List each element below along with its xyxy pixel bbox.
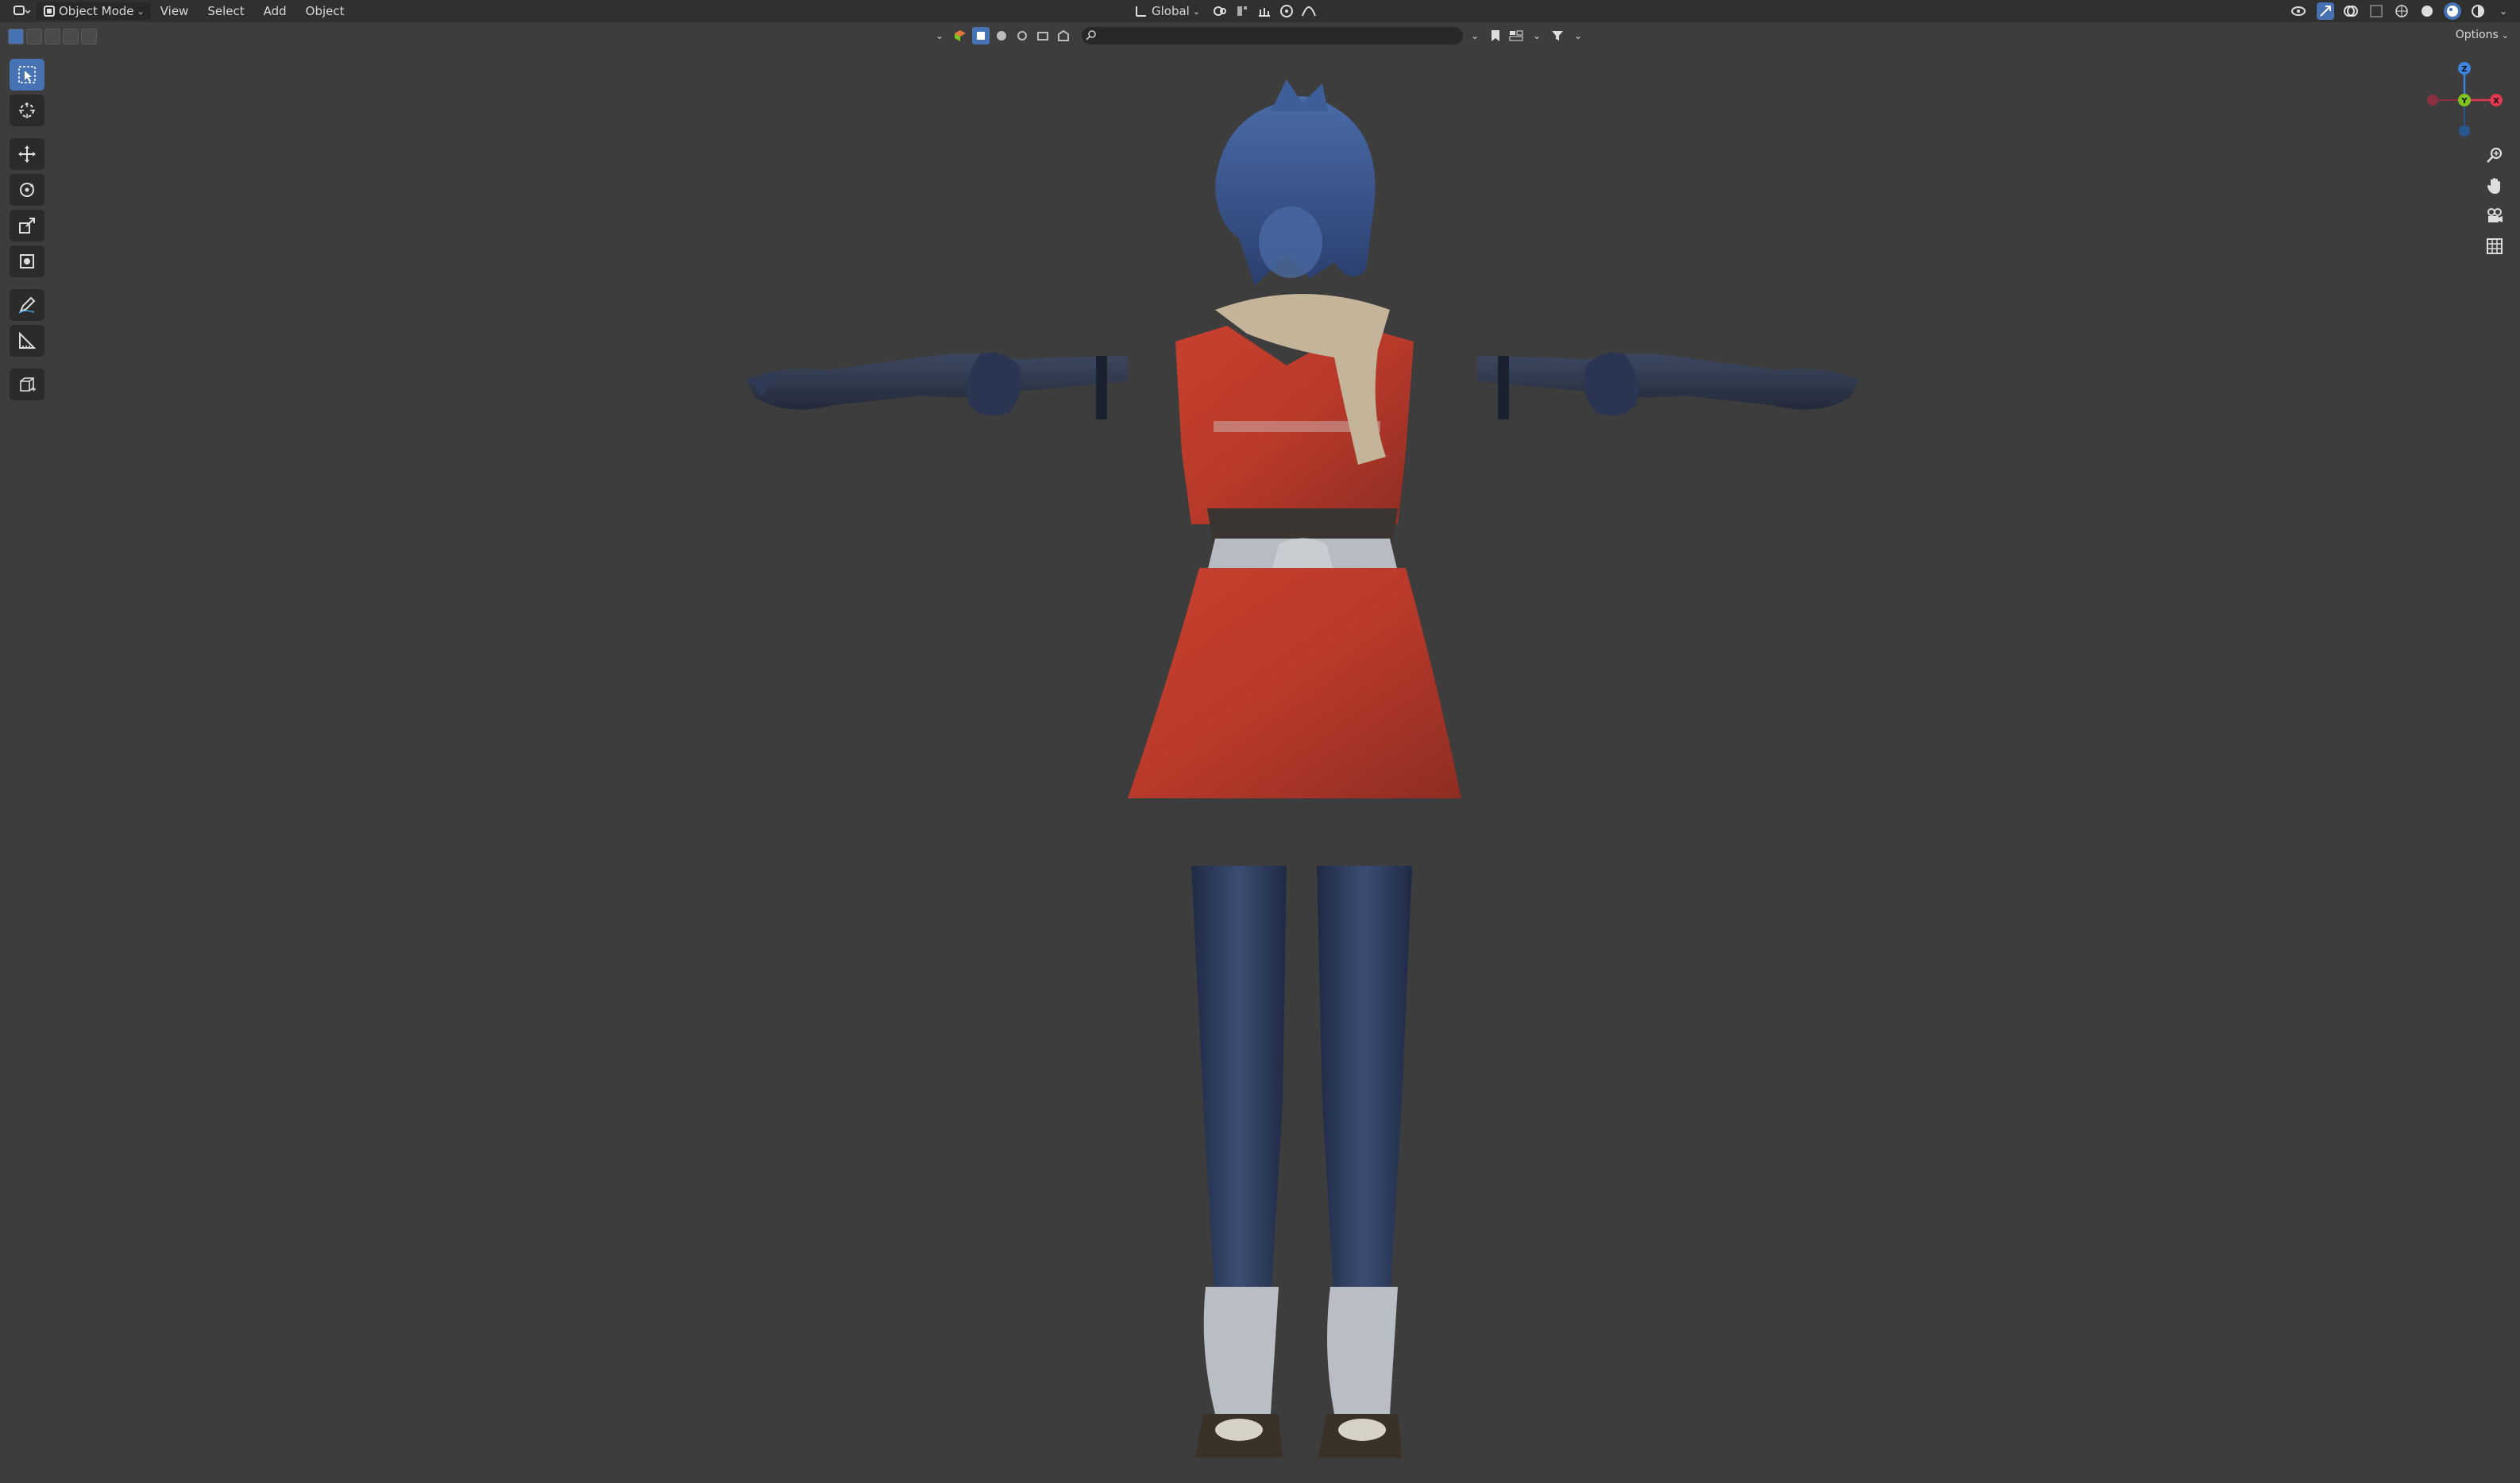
navigation-gizmo[interactable]: Z X Y [2425,56,2504,143]
legs [1191,866,1412,1303]
filter-icon[interactable] [1549,27,1566,44]
other-filter-icon[interactable] [1055,27,1072,44]
gizmo-z-label: Z [2461,65,2467,74]
proportional-editing-icon[interactable] [1278,2,1295,20]
search-icon [1086,30,1096,41]
gizmo-neg-z-handle[interactable] [2459,126,2470,137]
snap-settings-icon[interactable] [1256,2,1273,20]
object-mode-icon [44,6,55,17]
chevron-down-icon[interactable]: ⌄ [1528,27,1546,44]
shading-material-icon[interactable] [2444,2,2461,20]
selection-mode-group [8,29,97,44]
chevron-down-icon: ⌄ [137,6,145,17]
tool-separator [10,130,46,137]
tool-separator [10,281,46,288]
rotate-tool[interactable] [10,174,44,206]
pivot-point-icon[interactable] [1211,2,1229,20]
annotate-tool[interactable] [10,289,44,321]
viewport-navigation [2480,143,2509,259]
menu-add[interactable]: Add [254,2,296,20]
options-dropdown[interactable]: Options ⌄ [2456,29,2509,41]
select-invert-icon[interactable] [63,29,79,44]
editor-type-icon [14,6,30,15]
object-type-filter-bar: ⌄ ⌄ ⌄ ⌄ [931,27,1587,44]
overlays-icon[interactable] [2342,2,2360,20]
camera-view-icon[interactable] [2480,203,2509,229]
select-extend-icon[interactable] [26,29,42,44]
pan-hand-icon[interactable] [2480,173,2509,199]
cursor-3d-icon [19,102,35,118]
chevron-down-icon[interactable]: ⌄ [931,27,948,44]
zoom-icon[interactable] [2480,143,2509,168]
ortho-grid-icon[interactable] [2480,234,2509,259]
gizmo-neg-x-handle[interactable] [2427,95,2438,106]
view-layout-icon[interactable] [1507,27,1525,44]
menu-object[interactable]: Object [296,2,354,20]
gizmo-x-label: X [2493,97,2499,106]
scale-tool[interactable] [10,210,44,241]
select-intersect-icon[interactable] [81,29,97,44]
light-filter-icon[interactable] [1013,27,1031,44]
editor-type-button[interactable] [6,2,37,20]
transform-tools: Global ⌄ [1128,2,1318,20]
transform-icon [20,254,34,268]
visibility-icon[interactable] [2291,2,2309,20]
pencil-icon [18,296,36,314]
chevron-down-icon[interactable]: ⌄ [2495,2,2512,20]
snap-icon[interactable] [1233,2,1251,20]
move-tool[interactable] [10,138,44,170]
chevron-down-icon: ⌄ [1192,6,1201,17]
tool-separator [10,361,46,367]
material-filter-icon[interactable] [993,27,1010,44]
move-icon [18,145,36,163]
viewport-header: Object Mode ⌄ View Select Add Object Glo… [0,0,2520,22]
add-cube-icon [20,377,36,392]
scale-icon [19,218,35,234]
orientation-icon [1136,6,1146,17]
select-cursor-icon [18,66,36,83]
transform-orientation-dropdown[interactable]: Global ⌄ [1128,2,1206,20]
tool-shelf [10,59,46,403]
options-label: Options [2455,29,2499,41]
object-filter-icon[interactable] [972,27,990,44]
menu-view[interactable]: View [151,2,199,20]
cursor-tool[interactable] [10,95,44,126]
chevron-down-icon[interactable]: ⌄ [1569,27,1587,44]
measure-tool[interactable] [10,325,44,357]
right-arm [1477,353,1858,419]
select-new-icon[interactable] [8,29,24,44]
camera-filter-icon[interactable] [1034,27,1052,44]
dress [1128,326,1461,798]
select-box-tool[interactable] [10,59,44,91]
chevron-down-icon: ⌄ [2501,29,2509,41]
gizmo-toggle-icon[interactable] [2317,2,2334,20]
hair [1215,79,1376,286]
add-cube-tool[interactable] [10,369,44,400]
falloff-icon[interactable] [1300,2,1318,20]
gizmo-y-label: Y [2460,97,2468,106]
transform-tool[interactable] [10,245,44,277]
chevron-down-icon[interactable]: ⌄ [1466,27,1484,44]
search-input[interactable] [1082,27,1463,44]
viewport-display-tools: ⌄ [2291,2,2512,20]
object-mode-dropdown[interactable]: Object Mode ⌄ [37,2,151,20]
ruler-icon [19,331,37,349]
shading-solid-icon[interactable] [2418,2,2436,20]
xray-icon[interactable] [2368,2,2385,20]
left-arm [747,353,1128,419]
bookmark-icon[interactable] [1487,27,1504,44]
select-subtract-icon[interactable] [44,29,60,44]
rotate-icon [20,183,34,197]
shading-rendered-icon[interactable] [2469,2,2487,20]
character-model[interactable] [731,79,1874,1469]
mode-label: Object Mode [59,4,134,18]
shading-wireframe-icon[interactable] [2393,2,2410,20]
mesh-filter-icon[interactable] [951,27,969,44]
orientation-label: Global [1152,4,1190,18]
menu-select[interactable]: Select [198,2,253,20]
leg-warmers [1195,1287,1402,1458]
